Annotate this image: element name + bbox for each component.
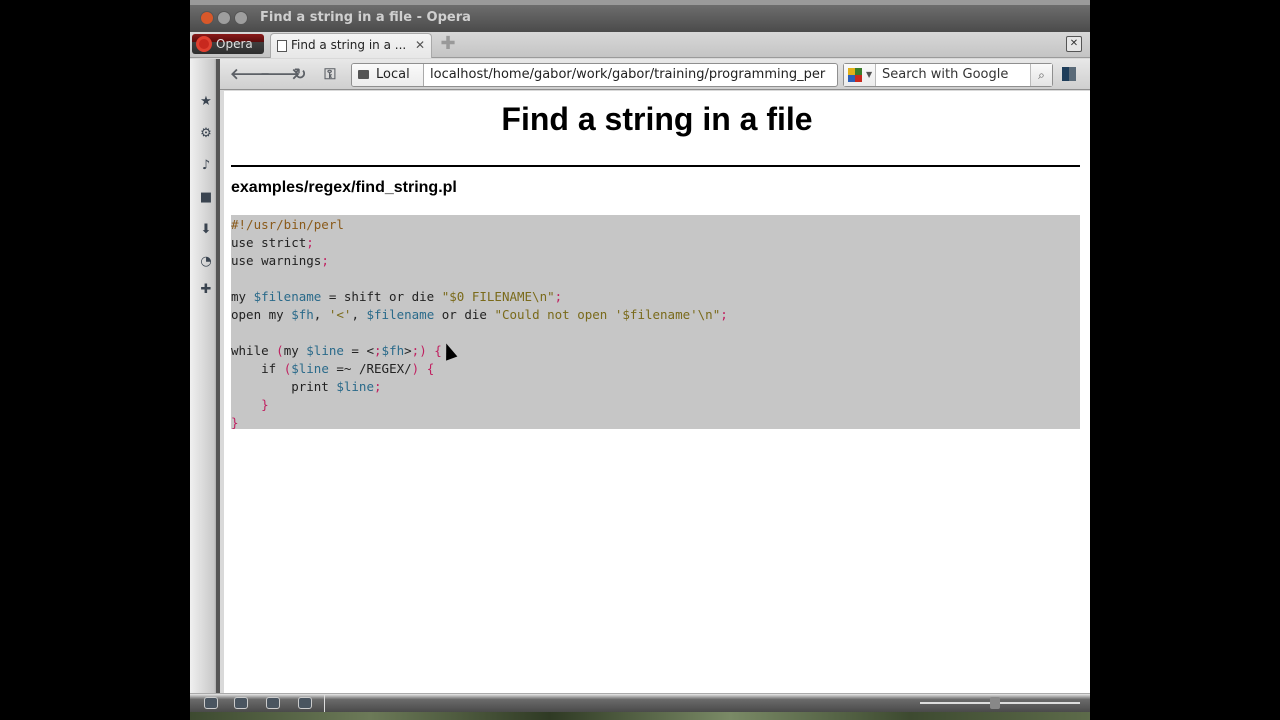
title-bar: Find a string in a file - Opera: [190, 0, 1090, 32]
trash-icon[interactable]: ✕: [1066, 36, 1082, 52]
turbo-icon[interactable]: [266, 697, 280, 709]
add-panel-icon[interactable]: ✚: [199, 283, 213, 297]
code-line: use warnings;: [231, 253, 329, 268]
new-tab-button[interactable]: ✚: [440, 35, 456, 53]
document-icon: [277, 40, 287, 52]
navigation-bar: 🡐 🡒 ↻ ⚿ Local localhost/home/gabor/work/…: [220, 59, 1090, 90]
search-icon[interactable]: ⌕: [1030, 64, 1052, 86]
opera-menu-label: Opera: [216, 37, 253, 51]
window-close-button[interactable]: [200, 11, 214, 25]
browser-window: Find a string in a file - Opera Opera Fi…: [190, 0, 1090, 712]
widgets-gear-icon[interactable]: ⚙: [199, 127, 213, 141]
horizontal-rule: [231, 165, 1080, 167]
page-content: Find a string in a file examples/regex/f…: [224, 91, 1090, 693]
code-line: #!/usr/bin/perl: [231, 217, 344, 232]
url-text[interactable]: localhost/home/gabor/work/gabor/training…: [430, 64, 825, 86]
tab-label: Find a string in a ...: [291, 38, 407, 52]
code-line: if ($line =~ /REGEX/) {: [231, 361, 435, 376]
code-block: #!/usr/bin/perl use strict; use warnings; …: [231, 215, 1080, 432]
tab-bar: Opera Find a string in a ... ✕ ✚ ✕: [190, 32, 1090, 58]
status-separator: [324, 694, 325, 712]
window-maximize-button[interactable]: [234, 11, 248, 25]
extension-icon[interactable]: [1062, 67, 1076, 81]
page-title: Find a string in a file: [501, 101, 813, 137]
code-line: while (my $line = <;$fh>;) {: [231, 343, 442, 358]
tab-close-icon[interactable]: ✕: [415, 34, 425, 57]
window-title: Find a string in a file - Opera: [260, 10, 471, 25]
notes-icon[interactable]: ■: [199, 191, 213, 205]
address-bar[interactable]: Local localhost/home/gabor/work/gabor/tr…: [351, 63, 838, 87]
side-panel: ★ ⚙ ♪ ■ ⬇ ◔ ✚: [190, 59, 220, 693]
code-line: print $line;: [231, 379, 382, 394]
search-field[interactable]: ▼ Search with Google ⌕: [843, 63, 1053, 87]
status-bar: [190, 693, 1090, 712]
transfers-icon[interactable]: ⬇: [199, 223, 213, 237]
reload-button[interactable]: ↻: [290, 64, 310, 84]
unite-status-icon[interactable]: [234, 697, 248, 709]
search-engine-selector[interactable]: ▼: [844, 64, 876, 86]
window-minimize-button[interactable]: [217, 11, 231, 25]
code-line: }: [231, 415, 239, 430]
security-label: Local: [376, 67, 410, 82]
code-line: my $filename = shift or die "$0 FILENAME…: [231, 289, 563, 304]
bookmark-star-icon[interactable]: ★: [199, 95, 213, 109]
security-badge[interactable]: Local: [352, 64, 424, 86]
zoom-slider-knob[interactable]: [990, 697, 1000, 709]
forward-button[interactable]: 🡒: [260, 64, 300, 84]
back-button[interactable]: 🡐: [230, 64, 270, 84]
search-placeholder[interactable]: Search with Google: [882, 64, 1008, 86]
key-icon[interactable]: ⚿: [320, 64, 340, 84]
monitor-icon: [358, 70, 369, 79]
view-icon[interactable]: [298, 697, 312, 709]
zoom-slider[interactable]: [920, 702, 1080, 704]
panel-toggle-icon[interactable]: [204, 697, 218, 709]
code-line: }: [261, 397, 269, 412]
code-line: use strict;: [231, 235, 314, 250]
code-listing: #!/usr/bin/perl use strict; use warnings; …: [231, 216, 1080, 432]
history-icon[interactable]: ◔: [199, 255, 213, 269]
chevron-down-icon: ▼: [866, 70, 873, 79]
tab-find-a-string[interactable]: Find a string in a ... ✕: [270, 33, 432, 58]
opera-menu-button[interactable]: Opera: [192, 34, 264, 54]
side-panel-resize-handle[interactable]: [216, 59, 220, 693]
opera-logo-icon: [196, 36, 212, 52]
code-filename: examples/regex/find_string.pl: [231, 179, 457, 196]
unite-icon[interactable]: ♪: [199, 159, 213, 173]
desktop: Find a string in a file - Opera Opera Fi…: [0, 0, 1280, 720]
google-icon: [848, 68, 862, 82]
code-line: open my $fh, '<', $filename or die "Coul…: [231, 307, 728, 322]
